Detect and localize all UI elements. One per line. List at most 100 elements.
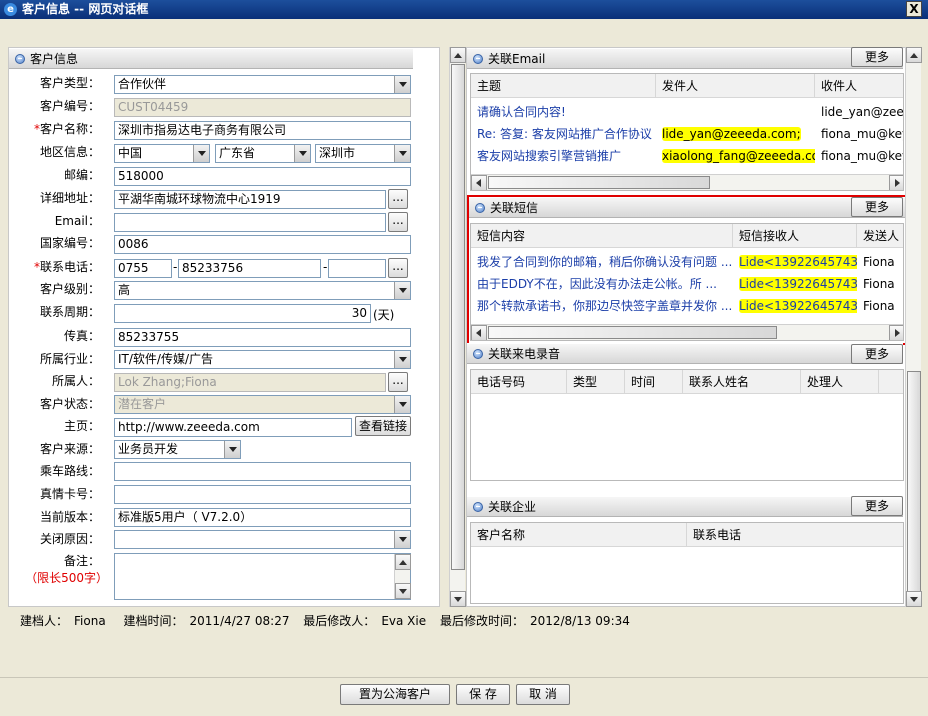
email-more-button[interactable]: 更多: [851, 47, 903, 67]
route-field[interactable]: [114, 462, 411, 481]
country-select[interactable]: 中国: [114, 144, 210, 163]
redacted-text: lide_yan@zeeeda.com;: [662, 127, 801, 141]
scroll-thumb[interactable]: [488, 326, 777, 339]
fax-field[interactable]: 85233755: [114, 328, 411, 347]
sms-more-button[interactable]: 更多: [851, 197, 903, 217]
cancel-button[interactable]: 取 消: [516, 684, 570, 705]
card-field[interactable]: [114, 485, 411, 504]
phone-separator: -: [323, 260, 328, 274]
calls-col-handler[interactable]: 处理人: [801, 370, 879, 394]
homepage-field[interactable]: http://www.zeeeda.com: [114, 418, 352, 437]
scroll-down-icon[interactable]: [450, 591, 466, 607]
city-select[interactable]: 深圳市: [315, 144, 411, 163]
redacted-text: Lide<13922645743>: [739, 299, 857, 313]
label-code: 客户编号：: [39, 99, 100, 113]
level-select[interactable]: 高: [114, 281, 411, 300]
industry-select[interactable]: IT/软件/传媒/广告: [114, 350, 411, 369]
close-reason-select[interactable]: [114, 530, 411, 549]
email-col-recipient[interactable]: 收件人: [815, 74, 903, 98]
customer-type-select[interactable]: 合作伙伴: [114, 75, 411, 94]
source-select[interactable]: 业务员开发: [114, 440, 241, 459]
country-code-field[interactable]: 0086: [114, 235, 411, 254]
calls-col-phone[interactable]: 电话号码: [471, 370, 567, 394]
scroll-thumb[interactable]: [488, 176, 710, 189]
calls-section-header: 关联来电录音: [467, 343, 903, 364]
email-field[interactable]: [114, 213, 386, 232]
phone-separator: -: [173, 260, 178, 274]
scroll-right-icon[interactable]: [889, 325, 903, 340]
cycle-field[interactable]: 30: [114, 304, 371, 323]
note-textarea[interactable]: [114, 553, 411, 600]
calls-more-button[interactable]: 更多: [851, 344, 903, 364]
email-subject[interactable]: 请确认合同内容!: [471, 101, 656, 123]
email-subject[interactable]: Re: 答复: 客友网站推广合作协议: [471, 123, 656, 145]
email-section-header: 关联Email: [467, 48, 903, 69]
email-picker-button[interactable]: ...: [388, 212, 408, 232]
email-subject[interactable]: 客友网站搜索引擎营销推广: [471, 145, 656, 167]
scroll-down-icon[interactable]: [395, 583, 411, 599]
label-name: *客户名称：: [0, 120, 100, 138]
scroll-thumb[interactable]: [907, 371, 921, 593]
label-industry: 所属行业：: [39, 352, 100, 366]
sms-hscrollbar[interactable]: [471, 324, 903, 340]
dialog-body: 客户信息 客户类型： 合作伙伴 客户编号： CUST04459 *客户名称： 深…: [0, 19, 928, 716]
zip-field[interactable]: 518000: [114, 167, 411, 186]
owner-picker-button[interactable]: ...: [388, 372, 408, 392]
right-panel-scrollbar[interactable]: [905, 47, 922, 607]
sms-sender: Fiona: [863, 299, 895, 313]
sms-sender: Fiona: [863, 255, 895, 269]
creator-label: 建档人：: [20, 614, 69, 628]
chevron-down-icon: [394, 282, 410, 299]
scroll-up-icon[interactable]: [450, 47, 466, 63]
scroll-left-icon[interactable]: [471, 325, 487, 340]
calls-col-contact[interactable]: 联系人姓名: [683, 370, 801, 394]
sms-col-receiver[interactable]: 短信接收人: [733, 224, 857, 248]
version-field[interactable]: 标准版5用户（ V7.2.0）: [114, 508, 411, 527]
email-col-sender[interactable]: 发件人: [656, 74, 815, 98]
label-version: 当前版本：: [39, 510, 100, 524]
sms-content[interactable]: 由于EDDY不在，因此没有办法走公帐。所 ...: [471, 273, 733, 295]
address-picker-button[interactable]: ...: [388, 189, 408, 209]
scroll-left-icon[interactable]: [471, 175, 487, 190]
view-link-button[interactable]: 查看链接: [355, 416, 411, 436]
email-hscrollbar[interactable]: [471, 174, 903, 190]
label-address: 详细地址：: [39, 191, 100, 205]
created-value: 2011/4/27 08:27: [189, 614, 290, 628]
chevron-down-icon: [394, 396, 410, 413]
sms-col-sender[interactable]: 发送人: [857, 224, 903, 248]
set-public-button[interactable]: 置为公海客户: [340, 684, 450, 705]
sms-content[interactable]: 我发了合同到你的邮箱，稍后你确认没有问题 ...: [471, 251, 733, 273]
scroll-right-icon[interactable]: [889, 175, 903, 190]
label-region: 地区信息：: [39, 145, 100, 159]
section-bullet-icon: [473, 54, 483, 64]
owner-field: Lok Zhang;Fiona: [114, 373, 386, 392]
company-col-name[interactable]: 客户名称: [471, 523, 687, 547]
sms-col-content[interactable]: 短信内容: [471, 224, 733, 248]
note-scrollbar[interactable]: [394, 554, 411, 599]
phone-ext-field[interactable]: [328, 259, 386, 278]
close-icon[interactable]: X: [906, 1, 922, 17]
save-button[interactable]: 保 存: [456, 684, 510, 705]
email-grid: 主题 发件人 收件人 请确认合同内容! lide_yan@zeee Re: 答复…: [470, 73, 904, 191]
section-bullet-icon: [475, 203, 485, 213]
scroll-down-icon[interactable]: [906, 591, 922, 607]
chevron-down-icon: [394, 351, 410, 368]
address-field[interactable]: 平湖华南城环球物流中心1919: [114, 190, 386, 209]
email-section-title: 关联Email: [488, 52, 546, 66]
calls-col-time[interactable]: 时间: [625, 370, 683, 394]
scroll-up-icon[interactable]: [395, 554, 411, 570]
calls-col-type[interactable]: 类型: [567, 370, 625, 394]
section-bullet-icon: [473, 349, 483, 359]
left-panel-scrollbar[interactable]: [449, 47, 466, 607]
phone-picker-button[interactable]: ...: [388, 258, 408, 278]
scroll-up-icon[interactable]: [906, 47, 922, 63]
province-select[interactable]: 广东省: [215, 144, 311, 163]
company-col-phone[interactable]: 联系电话: [687, 523, 903, 547]
phone-number-field[interactable]: 85233756: [178, 259, 321, 278]
email-col-subject[interactable]: 主题: [471, 74, 656, 98]
scroll-thumb[interactable]: [451, 64, 465, 570]
sms-content[interactable]: 那个转款承诺书，你那边尽快签字盖章并发你 ...: [471, 295, 733, 317]
company-more-button[interactable]: 更多: [851, 496, 903, 516]
customer-name-field[interactable]: 深圳市指易达电子商务有限公司: [114, 121, 411, 140]
phone-area-field[interactable]: 0755: [114, 259, 172, 278]
